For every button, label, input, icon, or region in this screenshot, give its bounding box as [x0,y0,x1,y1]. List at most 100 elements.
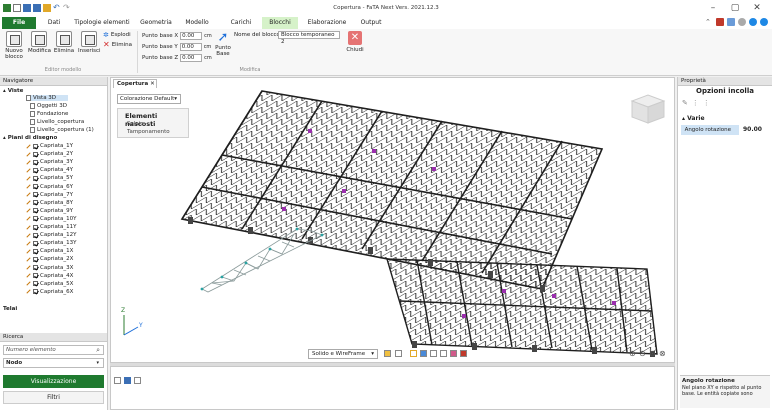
pencil-icon[interactable] [26,224,31,230]
tab-dati[interactable]: Dati [40,17,68,29]
select-icon[interactable] [410,350,417,357]
download-icon[interactable] [420,350,427,357]
visibility-checkbox[interactable] [33,240,38,246]
pencil-icon[interactable] [26,200,31,205]
node-select[interactable]: Nodo ▾ [3,358,104,368]
category-varie[interactable]: ▴ Varie [682,115,705,122]
tree-item-capriata[interactable]: Capriata_5Y [26,175,73,181]
pencil-icon[interactable] [26,176,31,181]
tree-telai[interactable]: Telai [3,306,17,312]
visibility-checkbox[interactable] [33,256,38,262]
tree-item-capriata[interactable]: Capriata_12Y [26,232,77,238]
property-row-angolo[interactable]: Angolo rotazione 90.00 [681,125,769,135]
pencil-icon[interactable] [26,168,31,173]
insert-block-button[interactable]: Inserisci [78,31,101,54]
help-icon[interactable] [749,18,757,26]
hidden-solaio[interactable]: Solaio [127,121,144,127]
delete-block-button[interactable]: Elimina [53,31,75,54]
tree-viste[interactable]: ▴ Viste [3,88,23,94]
tree-item-oggetti-3d[interactable]: Oggetti 3D [30,103,67,109]
filtri-button[interactable]: Filtri [3,391,104,404]
tree-item-capriata[interactable]: Capriata_9Y [26,208,73,214]
zoom-out-icon[interactable]: ⊖ [639,349,646,358]
visibility-checkbox[interactable] [33,151,38,157]
tree-item-capriata[interactable]: Capriata_11Y [26,224,77,230]
tab-geometria[interactable]: Geometria [136,17,176,29]
tree-item-capriata[interactable]: Capriata_4X [26,273,73,279]
image-icon[interactable] [440,350,447,357]
info-icon[interactable] [760,18,768,26]
pencil-icon[interactable] [26,184,31,189]
block-name-input[interactable]: Blocco temporaneo 2 [278,31,340,45]
copy-icon[interactable] [114,377,121,384]
layers-icon[interactable] [395,350,402,357]
tree-item-capriata[interactable]: Capriata_3X [26,265,73,271]
zoom-window-icon[interactable]: ⊗ [659,349,666,358]
tab-carichi[interactable]: Carichi [226,17,256,29]
tab-copertura[interactable]: Copertura ✕ [113,79,157,88]
element-number-input[interactable]: Numero elemento ⌕ [3,345,104,355]
tree-item-capriata[interactable]: Capriata_6X [26,289,73,295]
sort-icon[interactable]: ⋮ [692,99,699,107]
grid-icon[interactable] [384,350,391,357]
pencil-icon[interactable] [26,257,31,262]
chevron-up-icon[interactable]: ⌃ [705,18,713,26]
tree-item-capriata[interactable]: Capriata_7Y [26,192,73,198]
tree-piani-di-disegno[interactable]: ▴ Piani di disegno [3,135,57,141]
tree-item-capriata[interactable]: Capriata_4Y [26,167,73,173]
tab-output[interactable]: Output [356,17,386,29]
pencil-icon[interactable] [26,143,31,149]
pencil-icon[interactable] [26,208,31,213]
tree-item-capriata[interactable]: Capriata_8Y [26,200,73,206]
pencil-icon[interactable] [26,265,31,270]
pencil-icon[interactable] [26,192,31,197]
visualizzazione-button[interactable]: Visualizzazione [3,375,104,388]
property-value[interactable]: 90.00 [743,125,762,135]
base-point-button[interactable]: ➚ Punto Base [213,31,233,58]
edit-icon[interactable]: ✎ [682,99,688,107]
zoom-in-icon[interactable]: ⊕ [629,349,636,358]
visibility-checkbox[interactable] [33,192,38,198]
tree-item-capriata[interactable]: Capriata_3Y [26,159,73,165]
colorazione-select[interactable]: Colorazione Default ▾ [117,94,181,104]
pencil-icon[interactable] [26,232,31,238]
base-point-z-input[interactable]: 0.00 [180,54,203,62]
list-icon[interactable]: ⋮ [703,99,710,107]
visibility-checkbox[interactable] [33,184,38,189]
tab-file[interactable]: File [2,17,36,29]
tab-tipologie-elementi[interactable]: Tipologie elementi [72,17,132,29]
minimize-button[interactable]: – [702,1,724,15]
visibility-checkbox[interactable] [33,281,38,287]
tree-item-livello-copertura-1[interactable]: Livello_copertura (1) [30,127,94,133]
tree-item-capriata[interactable]: Capriata_2X [26,256,73,262]
tree-item-capriata[interactable]: Capriata_13Y [26,240,77,246]
maximize-button[interactable]: ▢ [724,1,746,15]
close-icon[interactable]: ✕ [150,81,155,87]
tree-item-capriata[interactable]: Capriata_6Y [26,184,73,190]
tree-item-fondazione[interactable]: Fondazione [30,111,68,117]
base-point-x-input[interactable]: 0.00 [180,32,203,40]
remove-button[interactable]: ✕ Elimina [103,40,132,49]
save-icon[interactable] [124,377,131,384]
explode-button[interactable]: ✲ Esplodi [103,31,131,39]
zoom-fit-icon[interactable]: ⊙ [649,349,656,358]
tree-item-vista-3d[interactable]: Vista 3D [26,95,68,101]
visibility-checkbox[interactable] [33,224,38,230]
render-mode-select[interactable]: Solido e WireFrame ▾ [308,349,378,359]
visibility-checkbox[interactable] [33,232,38,238]
visibility-checkbox[interactable] [33,216,38,222]
text-icon[interactable] [430,350,437,357]
pencil-icon[interactable] [26,249,31,254]
3d-viewport[interactable]: Z Y [110,77,675,363]
visibility-checkbox[interactable] [33,143,38,149]
visibility-checkbox[interactable] [33,159,38,165]
pencil-icon[interactable] [26,273,31,278]
pencil-icon[interactable] [26,160,31,165]
visibility-checkbox[interactable] [33,175,38,181]
visibility-checkbox[interactable] [33,289,38,295]
tree-item-capriata[interactable]: Capriata_1X [26,248,73,254]
doc-icon[interactable] [134,377,141,384]
hidden-tamponamento[interactable]: Tamponamento [127,129,170,135]
visibility-checkbox[interactable] [33,167,38,173]
base-point-y-input[interactable]: 0.00 [179,43,202,51]
